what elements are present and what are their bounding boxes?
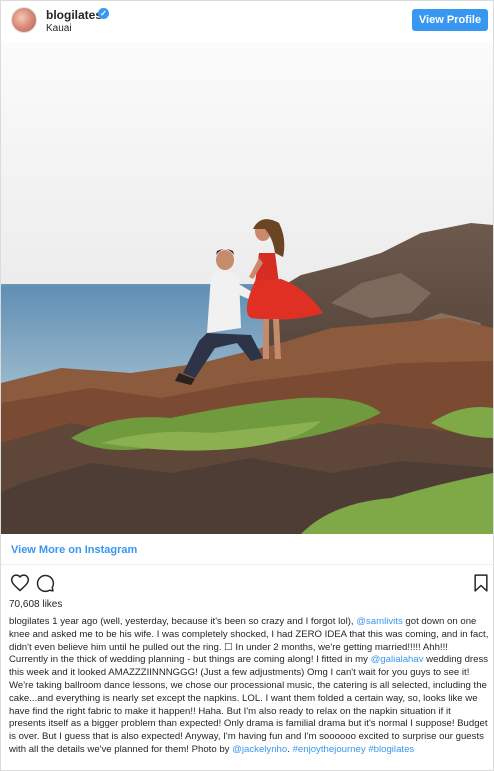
caption-text: wedding dress this week and it looked AM… [9,654,489,755]
caption-username[interactable]: blogilates [9,616,50,627]
bookmark-icon[interactable] [471,573,491,593]
username[interactable]: blogilates [46,8,102,22]
post-header: blogilates ✓ Kauai View Profile [1,1,493,43]
likes-count: 70,608 likes [9,599,63,610]
view-profile-button[interactable]: View Profile [412,9,488,31]
avatar[interactable] [11,7,37,33]
verified-icon: ✓ [98,8,109,19]
photo-illustration [1,43,493,534]
location[interactable]: Kauai [46,23,72,34]
hashtag-link[interactable]: #blogilates [368,744,414,755]
instagram-embed: blogilates ✓ Kauai View Profile View Mor… [0,0,494,771]
view-more-link[interactable]: View More on Instagram [11,544,137,556]
post-photo[interactable] [1,43,493,534]
caption-text: 1 year ago (well, yesterday, because it'… [49,616,357,627]
heart-icon[interactable] [10,573,30,593]
mention-link[interactable]: @galialahav [371,654,424,665]
hashtag-link[interactable]: #enjoythejourney [293,744,366,755]
caption: blogilates 1 year ago (well, yesterday, … [9,616,489,757]
mention-link[interactable]: @jackelynho [232,744,287,755]
comment-icon[interactable] [35,573,55,593]
mention-link[interactable]: @samlivits [356,616,403,627]
divider [1,564,493,565]
